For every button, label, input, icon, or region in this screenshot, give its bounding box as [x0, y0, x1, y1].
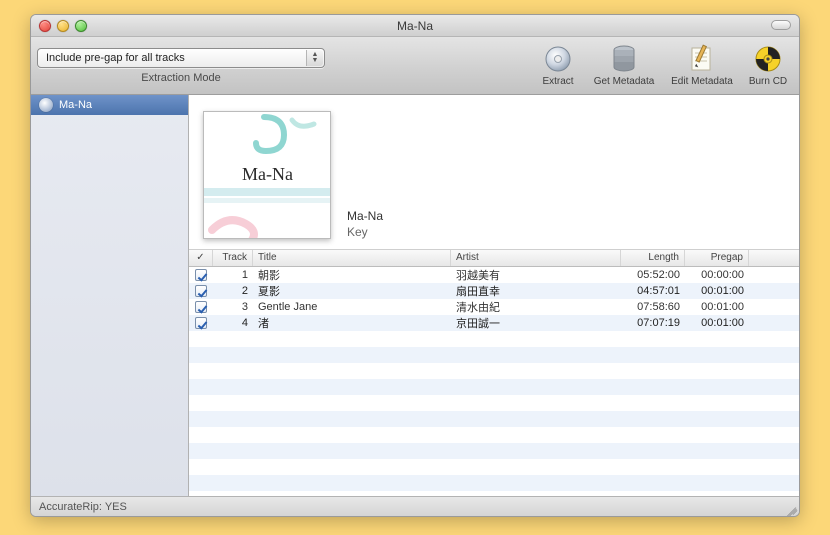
row-pregap: 00:01:00: [685, 283, 749, 299]
status-bar: AccurateRip: YES: [31, 496, 799, 516]
resize-handle[interactable]: [785, 502, 797, 514]
table-body[interactable]: 1朝影羽越美有05:52:0000:00:002夏影扇田直幸04:57:0100…: [189, 267, 799, 496]
edit-icon: [687, 44, 717, 74]
col-pregap[interactable]: Pregap: [685, 250, 749, 266]
table-row: [189, 475, 799, 491]
titlebar: Ma-Na: [31, 15, 799, 37]
toolbar: Include pre-gap for all tracks ▲▼ Extrac…: [31, 37, 799, 95]
col-length[interactable]: Length: [621, 250, 685, 266]
burn-icon: [753, 44, 783, 74]
col-title[interactable]: Title: [253, 250, 451, 266]
main-split: Ma-Na Ma-Na Ma-Na: [31, 95, 799, 496]
table-row: [189, 411, 799, 427]
source-list: Ma-Na: [31, 95, 189, 496]
row-checkbox[interactable]: [195, 269, 207, 281]
accurate-rip-status: AccurateRip: YES: [39, 501, 127, 513]
toolbar-right: Extract Get Metadata: [331, 37, 799, 94]
row-title: 渚: [253, 313, 451, 333]
row-tracknum: 4: [213, 315, 253, 331]
row-tracknum: 2: [213, 283, 253, 299]
row-checkbox[interactable]: [195, 285, 207, 297]
extraction-mode-value: Include pre-gap for all tracks: [46, 52, 185, 64]
col-spacer: [749, 250, 799, 266]
edit-metadata-button[interactable]: Edit Metadata: [665, 44, 739, 87]
get-metadata-button[interactable]: Get Metadata: [587, 44, 661, 87]
edit-metadata-label: Edit Metadata: [671, 76, 733, 87]
row-pregap: 00:01:00: [685, 315, 749, 331]
col-artist[interactable]: Artist: [451, 250, 621, 266]
burn-cd-button[interactable]: Burn CD: [743, 44, 793, 87]
album-header: Ma-Na Ma-Na Key: [189, 95, 799, 249]
track-table: ✓ Track Title Artist Length Pregap 1朝影羽越…: [189, 249, 799, 496]
extract-button[interactable]: Extract: [533, 44, 583, 87]
row-tracknum: 1: [213, 267, 253, 283]
album-title: Ma-Na: [347, 209, 383, 223]
get-metadata-label: Get Metadata: [594, 76, 655, 87]
extract-label: Extract: [542, 76, 573, 87]
table-row: [189, 443, 799, 459]
toolbar-left: Include pre-gap for all tracks ▲▼ Extrac…: [31, 37, 331, 94]
table-row: [189, 331, 799, 347]
table-row: [189, 347, 799, 363]
album-cover[interactable]: Ma-Na: [203, 111, 331, 239]
table-row: [189, 459, 799, 475]
popup-arrows-icon: ▲▼: [306, 50, 323, 66]
database-icon: [609, 44, 639, 74]
row-length: 04:57:01: [621, 283, 685, 299]
disc-icon: [543, 44, 573, 74]
source-list-item[interactable]: Ma-Na: [31, 95, 188, 115]
window-controls: [31, 20, 87, 32]
table-header: ✓ Track Title Artist Length Pregap: [189, 250, 799, 267]
row-pregap: 00:00:00: [685, 267, 749, 283]
table-row: [189, 427, 799, 443]
source-item-label: Ma-Na: [59, 99, 92, 111]
disc-icon: [39, 98, 53, 112]
minimize-button[interactable]: [57, 20, 69, 32]
cover-text: Ma-Na: [242, 164, 293, 184]
row-pregap: 00:01:00: [685, 299, 749, 315]
row-tracknum: 3: [213, 299, 253, 315]
album-artist: Key: [347, 225, 383, 239]
table-row[interactable]: 4渚京田誠一07:07:1900:01:00: [189, 315, 799, 331]
row-length: 07:58:60: [621, 299, 685, 315]
window-title: Ma-Na: [31, 19, 799, 33]
burn-cd-label: Burn CD: [749, 76, 787, 87]
row-length: 05:52:00: [621, 267, 685, 283]
extraction-mode-label: Extraction Mode: [141, 72, 220, 84]
row-length: 07:07:19: [621, 315, 685, 331]
close-button[interactable]: [39, 20, 51, 32]
zoom-button[interactable]: [75, 20, 87, 32]
content-pane: Ma-Na Ma-Na Key ✓ Track Title Artist Len…: [189, 95, 799, 496]
row-checkbox[interactable]: [195, 317, 207, 329]
row-checkbox[interactable]: [195, 301, 207, 313]
row-artist: 京田誠一: [451, 313, 621, 333]
table-row: [189, 395, 799, 411]
toolbar-toggle-button[interactable]: [771, 20, 791, 30]
col-track[interactable]: Track: [213, 250, 253, 266]
table-row: [189, 363, 799, 379]
extraction-mode-popup[interactable]: Include pre-gap for all tracks ▲▼: [37, 48, 325, 68]
app-window: Ma-Na Include pre-gap for all tracks ▲▼ …: [30, 14, 800, 517]
album-text: Ma-Na Key: [347, 209, 383, 239]
table-row: [189, 379, 799, 395]
col-check[interactable]: ✓: [189, 250, 213, 266]
row-title: 夏影: [253, 281, 451, 301]
